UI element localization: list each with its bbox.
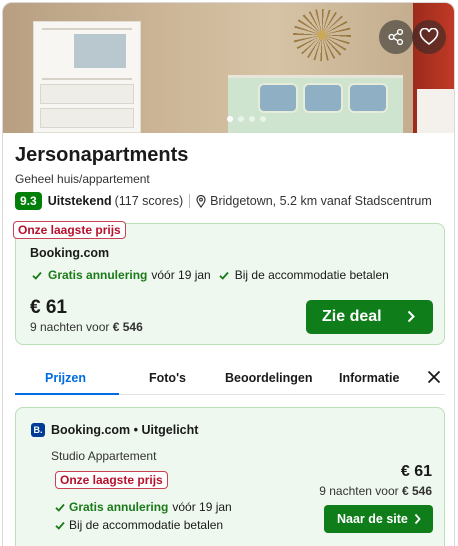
favorite-button[interactable] [412, 20, 446, 54]
chevron-right-icon [407, 310, 415, 323]
tab-info[interactable]: Informatie [339, 371, 399, 385]
divider [189, 194, 191, 208]
photo-mirror [71, 31, 129, 71]
close-icon[interactable] [427, 370, 441, 384]
share-button[interactable] [379, 20, 413, 54]
photo-pillow [258, 83, 298, 113]
photo-pillow [348, 83, 388, 113]
offer-total: 9 nachten voor € 546 [319, 484, 432, 498]
pagination-dot[interactable] [249, 116, 255, 122]
rating-word: Uitstekend [47, 194, 112, 208]
feature-pay-at-property: Bij de accommodatie betalen [55, 518, 223, 532]
check-icon [219, 271, 229, 280]
photo-sunburst [293, 9, 351, 61]
pagination-dot[interactable] [238, 116, 244, 122]
deal-price: € 61 [30, 297, 67, 318]
hotel-photo[interactable] [3, 3, 454, 133]
check-icon [32, 271, 42, 280]
check-icon [55, 503, 65, 512]
go-to-site-button[interactable]: Naar de site [324, 505, 433, 533]
offer-provider: Booking.com • Uitgelicht [51, 423, 199, 437]
tab-reviews[interactable]: Beoordelingen [225, 371, 313, 385]
deal-total: 9 nachten voor € 546 [30, 320, 143, 334]
feature-free-cancellation: Gratis annulering vóór 19 jan [32, 268, 211, 282]
lowest-price-badge: Onze laagste prijs [55, 471, 168, 489]
pagination-dot[interactable] [227, 116, 233, 122]
detail-tabs: Prijzen Foto's Beoordelingen Informatie [15, 363, 445, 395]
location-text[interactable]: Bridgetown, 5.2 km vanaf Stadscentrum [210, 194, 432, 208]
photo-pillow [303, 83, 343, 113]
photo-door-panel [417, 89, 454, 133]
tab-prices[interactable]: Prijzen [45, 371, 86, 385]
room-name: Studio Appartement [51, 449, 157, 463]
booking-logo-icon: B. [31, 423, 45, 437]
check-icon [55, 521, 65, 530]
active-tab-indicator [15, 393, 119, 395]
rating-row: 9.3 Uitstekend (117 scores) Bridgetown, … [15, 192, 432, 210]
pagination-dot[interactable] [260, 116, 266, 122]
score-badge: 9.3 [15, 192, 42, 210]
lowest-price-badge: Onze laagste prijs [13, 221, 126, 239]
feature-pay-at-property: Bij de accommodatie betalen [219, 268, 389, 282]
rating-count[interactable]: (117 scores) [115, 194, 184, 208]
photo-pagination[interactable] [227, 116, 266, 122]
offer-card[interactable]: B. Booking.com • Uitgelicht Studio Appar… [15, 407, 445, 546]
location-pin-icon [196, 194, 206, 208]
hotel-card: Jersonapartments Geheel huis/appartement… [2, 2, 455, 546]
deal-features: Gratis annulering vóór 19 jan Bij de acc… [32, 268, 397, 282]
heart-icon [419, 28, 439, 45]
chevron-right-icon [414, 513, 421, 525]
top-deal[interactable]: Onze laagste prijs Booking.com Gratis an… [13, 221, 445, 345]
tab-photos[interactable]: Foto's [149, 371, 186, 385]
share-icon [388, 28, 404, 46]
feature-free-cancellation: Gratis annulering vóór 19 jan [55, 500, 232, 514]
see-deal-button[interactable]: Zie deal [306, 300, 433, 334]
deal-provider: Booking.com [30, 246, 110, 260]
property-type: Geheel huis/appartement [15, 172, 150, 186]
offer-price: € 61 [400, 463, 432, 480]
hotel-name[interactable]: Jersonapartments [15, 144, 188, 167]
